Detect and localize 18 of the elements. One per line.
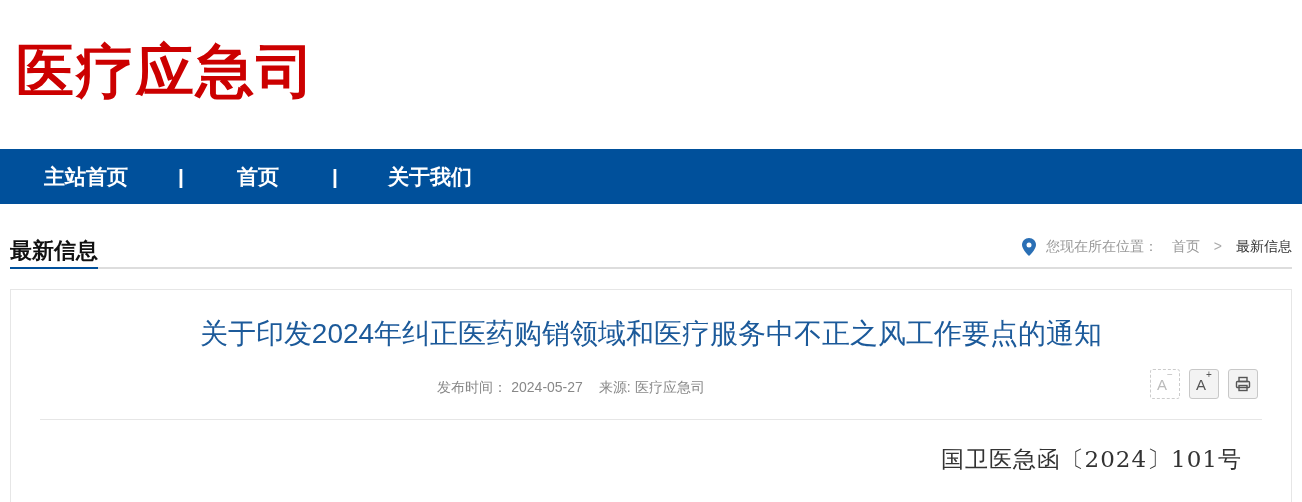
breadcrumb-link[interactable]: 最新信息	[1236, 236, 1292, 257]
font-size-button[interactable]: A$^{+}$	[1189, 369, 1219, 399]
print-button[interactable]	[1228, 369, 1258, 399]
printer-icon	[1235, 376, 1251, 392]
breadcrumb-separator: >	[1213, 237, 1222, 256]
breadcrumb-prefix: 您现在所在位置：	[1045, 237, 1158, 256]
document-number: 国卫医急函〔2024〕101号	[940, 445, 1242, 474]
location-pin-icon	[1021, 237, 1036, 256]
nav-link[interactable]: 关于我们	[387, 160, 472, 193]
logo: 医疗应急司	[16, 41, 316, 100]
nav-link[interactable]: 首页	[233, 160, 282, 193]
nav-separator: |	[331, 163, 338, 190]
meta-text: 发布时间： 2024-05-27	[437, 377, 583, 397]
meta-text: 来源: 医疗应急司	[598, 377, 705, 397]
nav-link[interactable]: 主站首页	[44, 160, 128, 193]
article-title: 关于印发2024年纠正医药购销领域和医疗服务中不正之风工作要点的通知	[198, 317, 1104, 351]
section-title: 最新信息	[10, 236, 98, 269]
nav-separator: |	[178, 163, 184, 190]
